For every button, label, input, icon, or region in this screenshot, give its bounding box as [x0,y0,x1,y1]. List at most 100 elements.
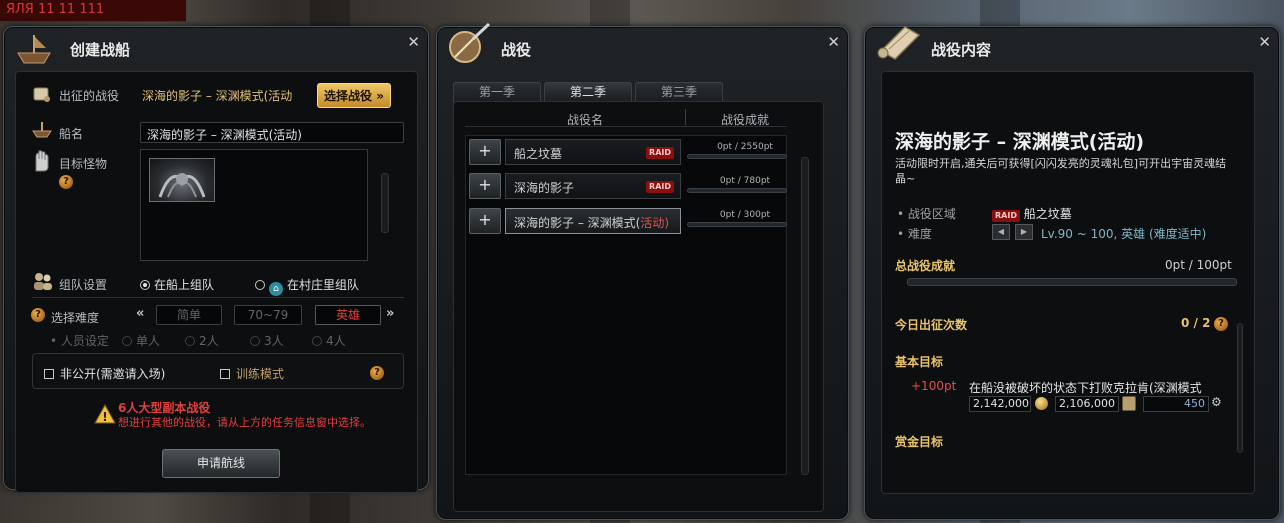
select-campaign-button[interactable]: 选择战役 » [317,83,391,108]
expand-button[interactable]: + [469,208,501,234]
svg-text:!: ! [102,410,107,424]
panel-title: 创建战船 [70,41,131,59]
campaign-title: 深海的影子 – 深渊模式(活动) [895,131,1145,153]
target-monster-label: 目标怪物 [59,157,108,171]
reward-gold: 2,142,000 [969,396,1031,412]
party-on-ship-radio[interactable]: 在船上组队 [140,276,214,293]
compass-icon [449,22,491,63]
reward-exp: 2,106,000 [1055,396,1119,412]
raid-tag: RAID [646,147,674,159]
party-in-village-radio[interactable]: ⌂ 在村庄里组队 [255,276,359,296]
tab-season-1[interactable]: 第一季 [453,82,541,102]
ship-icon [17,35,51,64]
total-achievement-value: 0pt / 100pt [1165,258,1232,272]
help-icon[interactable]: ? [370,366,384,380]
col-name-header: 战役名 [567,113,604,127]
col-divider [685,109,686,125]
help-icon[interactable]: ? [31,308,45,322]
campaign-list-header: 战役名 战役成就 [465,109,787,127]
panel-title: 战役 [501,41,532,59]
ship-name-input[interactable]: 深海的影子 – 深渊模式(活动) [140,122,404,143]
difficulty-next-button[interactable]: » [386,306,394,321]
campaign-name[interactable]: 深海的影子 RAID [505,173,681,199]
difficulty-level-range[interactable]: 70~79 [234,305,302,325]
campaign-name[interactable]: 船之坟墓 RAID [505,139,681,165]
content-scrollbar[interactable] [1237,323,1243,453]
party-settings-label: 组队设置 [59,278,108,292]
training-checkbox[interactable]: 训练模式 [220,365,284,382]
total-achievement-label: 总战役成就 [895,259,956,273]
warning-text: 想进行其他的战役，请从上方的任务信息窗中选择。 [118,416,371,429]
member-3-radio[interactable]: 3人 [250,332,284,349]
exp-icon [1122,396,1136,411]
zone-label: • 战役区域 [897,207,956,221]
difficulty-prev-button[interactable]: « [136,306,144,321]
achievement-progress-bar [687,188,787,193]
warning-icon: ! [94,404,116,424]
create-ship-panel: 创建战船 ✕ 出征的战役 深海的影子 – 深渊模式(活动 选择战役 » 船名 深… [3,26,429,493]
col-achievement-header: 战役成就 [721,113,770,127]
basic-goal-text: 在船没被破坏的状态下打败克拉肯(深渊模式 [969,381,1202,395]
basic-goal-label: 基本目标 [895,355,944,369]
member-2-radio[interactable]: 2人 [185,332,219,349]
tab-season-2[interactable]: 第二季 [544,82,632,102]
list-item-selected: + 深海的影子 – 深渊模式(活动) [469,208,681,235]
difficulty-easy[interactable]: 简单 [156,305,222,325]
party-icon [34,273,52,290]
radio-icon [185,336,195,346]
basic-goal-points: +100pt [911,379,957,393]
checkbox-icon [220,369,230,379]
panel-title: 战役内容 [931,41,992,59]
member-4-radio[interactable]: 4人 [312,332,346,349]
difficulty-prev-button[interactable]: ◀ [992,224,1010,240]
campaign-achievement: 0pt / 780pt [719,176,771,186]
campaign-content-panel: 战役内容 ✕ 深海的影子 – 深渊模式(活动) 活动限时开启,通关后可获得[闪闪… [864,26,1280,520]
private-checkbox[interactable]: 非公开(需邀请入场) [44,365,165,382]
kraken-portrait[interactable] [149,158,215,202]
member-solo-radio[interactable]: 单人 [122,332,160,349]
tab-season-3[interactable]: 第三季 [635,82,723,102]
radio-icon [255,280,265,290]
difficulty-label: • 难度 [897,227,932,241]
achievement-progress-bar [687,154,787,159]
raid-tag: RAID [646,181,674,193]
campaign-list-scrollbar[interactable] [801,157,809,475]
close-icon[interactable]: ✕ [407,33,420,51]
checkbox-icon [44,369,54,379]
anchor-icon [32,122,52,138]
list-item: + 深海的影子 RAID [469,173,681,200]
help-icon[interactable]: ? [1214,317,1228,331]
campaign-achievement: 0pt / 300pt [719,210,771,220]
expand-button[interactable]: + [469,139,501,165]
ship-name-label: 船名 [59,127,84,141]
difficulty-next-button[interactable]: ▶ [1015,224,1033,240]
glove-icon [35,150,49,172]
radio-icon [250,336,260,346]
scroll-icon [877,26,921,60]
apply-route-button[interactable]: 申请航线 [162,449,280,478]
campaign-label: 出征的战役 [59,89,120,103]
home-icon: ⌂ [269,282,283,296]
close-icon[interactable]: ✕ [1258,33,1271,51]
members-label: • 人员设定 [50,334,109,348]
achievement-progress-bar [687,222,787,227]
gem-icon: ⚙ [1211,395,1222,409]
bounty-goal-label: 赏金目标 [895,435,944,449]
monster-list-scrollbar[interactable] [381,173,389,233]
divider [32,297,404,298]
campaign-value: 深海的影子 – 深渊模式(活动 [142,89,293,103]
campaign-achievement: 0pt / 2550pt [717,142,773,152]
difficulty-value: Lv.90 ~ 100, 英雄 (难度适中) [1041,227,1207,241]
monster-list [140,149,368,261]
help-icon[interactable]: ? [59,175,73,189]
difficulty-hero[interactable]: 英雄 [315,305,381,325]
campaign-name[interactable]: 深海的影子 – 深渊模式(活动) [505,208,681,234]
radio-selected-icon [140,280,150,290]
kraken-icon [158,173,206,198]
raid-tag: RAID [992,210,1020,222]
difficulty-label: 选择难度 [51,311,100,325]
expand-button[interactable]: + [469,173,501,199]
radio-icon [312,336,322,346]
close-icon[interactable]: ✕ [827,33,840,51]
total-achievement-bar [907,278,1237,286]
